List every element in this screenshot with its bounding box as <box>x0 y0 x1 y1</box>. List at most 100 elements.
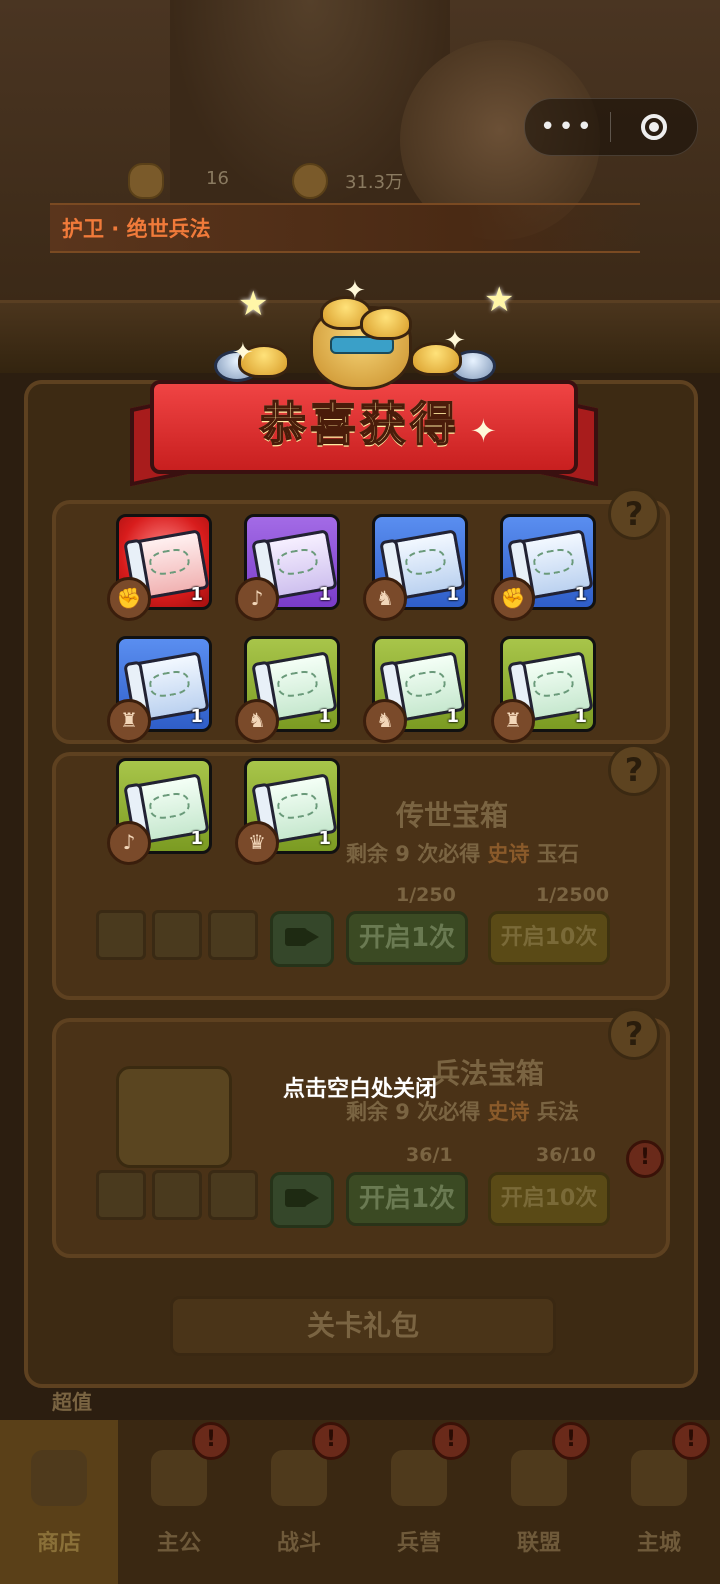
reward-item-blue[interactable]: ✊ 1 <box>491 514 596 621</box>
reward-item-green[interactable]: ♪ 1 <box>107 758 212 865</box>
target-circle-icon[interactable] <box>611 114 696 140</box>
subtitle-prefix: 剩余 9 次必得 <box>346 1100 481 1124</box>
reward-item-green[interactable]: ♞ 1 <box>363 636 468 743</box>
subtitle-suffix: 玉石 <box>536 842 579 866</box>
star-icon: ★ <box>484 280 515 320</box>
tab-city-map[interactable]: 主城! <box>600 1420 718 1584</box>
barracks-flag-icon <box>391 1450 447 1506</box>
tab-lord[interactable]: 主公! <box>120 1420 238 1584</box>
dragon-badge-icon: ♜ <box>491 699 535 743</box>
tactics-key-one: 36/1 <box>406 1144 453 1166</box>
sparkle-icon: ✦ <box>344 276 366 306</box>
item-count: 1 <box>574 584 587 605</box>
reward-preview-slot <box>96 1170 146 1220</box>
city-map-icon <box>631 1450 687 1506</box>
help-icon[interactable]: ? <box>608 488 660 540</box>
tactics-key-ten: 36/10 <box>536 1144 596 1166</box>
video-ad-icon[interactable] <box>270 911 334 967</box>
tab-label: 商店 <box>36 1531 81 1556</box>
item-count: 1 <box>318 584 331 605</box>
item-count: 1 <box>190 706 203 727</box>
bottom-nav: 商店 主公! 战斗! 兵营! 联盟! 主城! <box>0 1420 720 1584</box>
alert-icon: ! <box>672 1422 710 1460</box>
tab-crossed-swords[interactable]: 战斗! <box>240 1420 358 1584</box>
alert-icon: ! <box>432 1422 470 1460</box>
stage-gift-banner[interactable]: 关卡礼包 <box>170 1296 556 1356</box>
reward-preview-slot <box>208 910 258 960</box>
item-count: 1 <box>190 828 203 849</box>
legend-open-one-button[interactable]: 开启1次 <box>346 911 468 965</box>
lord-icon <box>151 1450 207 1506</box>
horse-badge-icon: ♞ <box>363 699 407 743</box>
tactics-chest-panel: 兵法宝箱 剩余 9 次必得 史诗 兵法 36/1 36/10 开启1次 开启10… <box>52 1018 670 1258</box>
section-title: 护卫 · 绝世兵法 <box>62 217 211 241</box>
tab-label: 战斗 <box>276 1531 321 1556</box>
sword-hand-badge-icon: ✊ <box>491 577 535 621</box>
alert-icon: ! <box>192 1422 230 1460</box>
dragon-badge-icon: ♜ <box>107 699 151 743</box>
reward-item-green[interactable]: ♞ 1 <box>235 636 340 743</box>
close-hint[interactable]: 点击空白处关闭 <box>0 1071 720 1103</box>
reward-preview-slot <box>152 910 202 960</box>
tab-label: 联盟 <box>516 1531 561 1556</box>
tab-shop[interactable]: 商店 <box>0 1420 118 1584</box>
legend-cost-ten: 1/2500 <box>536 884 610 906</box>
reward-preview-slot <box>96 910 146 960</box>
item-count: 1 <box>190 584 203 605</box>
item-count: 1 <box>318 828 331 849</box>
item-count: 1 <box>446 706 459 727</box>
sparkle-icon: ✦ <box>232 338 254 368</box>
congrats-title: 恭喜获得 <box>150 388 570 454</box>
sword-hand-badge-icon: ✊ <box>107 577 151 621</box>
horse-badge-icon: ♞ <box>235 699 279 743</box>
tactics-open-ten-button[interactable]: 开启10次 <box>488 1172 610 1226</box>
alert-icon: ! <box>626 1140 664 1178</box>
reward-item-red[interactable]: ✊ 1 <box>107 514 212 621</box>
legend-chest-title: 传世宝箱 <box>396 799 509 832</box>
help-icon[interactable]: ? <box>608 744 660 796</box>
tab-alliance-banner[interactable]: 联盟! <box>480 1420 598 1584</box>
coin-icon <box>292 163 328 199</box>
help-icon[interactable]: ? <box>608 1008 660 1060</box>
alliance-banner-icon <box>511 1450 567 1506</box>
reward-item-blue[interactable]: ♞ 1 <box>363 514 468 621</box>
reward-preview-slot <box>152 1170 202 1220</box>
more-dots-icon[interactable]: ••• <box>525 112 610 142</box>
subtitle-highlight: 史诗 <box>487 1100 530 1124</box>
tab-label: 兵营 <box>396 1531 441 1556</box>
horn-badge-icon: ♪ <box>235 577 279 621</box>
reward-item-purple[interactable]: ♪ 1 <box>235 514 340 621</box>
crossed-swords-icon <box>271 1450 327 1506</box>
section-title-bar: 护卫 · 绝世兵法 <box>50 203 640 253</box>
item-count: 1 <box>318 706 331 727</box>
legend-cost-one: 1/250 <box>396 884 456 906</box>
tactics-open-one-button[interactable]: 开启1次 <box>346 1172 468 1226</box>
gold-ingot-icon <box>360 306 412 340</box>
item-count: 1 <box>446 584 459 605</box>
legend-chest-subtitle: 剩余 9 次必得 史诗 玉石 <box>346 838 579 868</box>
horn-badge-icon: ♪ <box>107 821 151 865</box>
horse-badge-icon: ♞ <box>363 577 407 621</box>
coin-count: 31.3万 <box>345 172 404 193</box>
congrats-title-text: 恭喜获得 <box>259 396 460 452</box>
value-label: 超值 <box>52 1390 92 1414</box>
alert-icon: ! <box>312 1422 350 1460</box>
star-icon: ★ <box>238 284 269 324</box>
sparkle-icon: ✦ <box>444 326 466 356</box>
subtitle-suffix: 兵法 <box>536 1100 579 1124</box>
reward-item-green[interactable]: ♜ 1 <box>491 636 596 743</box>
shop-icon <box>31 1450 87 1506</box>
reward-item-green[interactable]: ♛ 1 <box>235 758 340 865</box>
tab-barracks-flag[interactable]: 兵营! <box>360 1420 478 1584</box>
reward-item-blue[interactable]: ♜ 1 <box>107 636 212 743</box>
video-ad-icon[interactable] <box>270 1172 334 1228</box>
gold-ingot-count: 16 <box>206 168 229 189</box>
alert-icon: ! <box>552 1422 590 1460</box>
legend-open-ten-button[interactable]: 开启10次 <box>488 911 610 965</box>
subtitle-highlight: 史诗 <box>487 842 530 866</box>
subtitle-prefix: 剩余 9 次必得 <box>346 842 481 866</box>
stage-gift-label: 关卡礼包 <box>306 1309 419 1342</box>
gold-ingot-icon <box>128 163 164 199</box>
tab-label: 主城 <box>636 1531 681 1556</box>
tiger-badge-icon: ♛ <box>235 821 279 865</box>
